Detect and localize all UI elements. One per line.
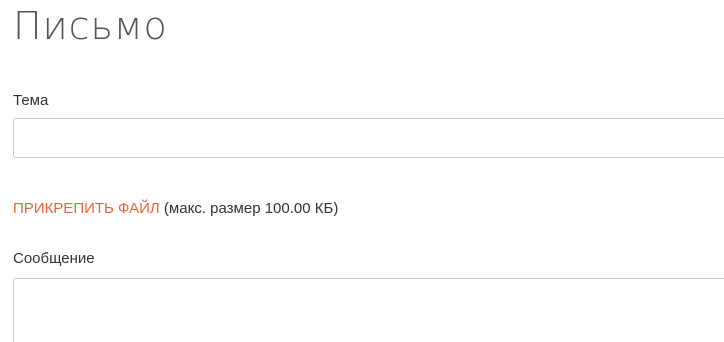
attachment-row: ПРИКРЕПИТЬ ФАЙЛ (макс. размер 100.00 КБ): [13, 200, 338, 218]
message-textarea[interactable]: [13, 278, 724, 342]
message-label: Сообщение: [13, 250, 95, 267]
attach-file-link[interactable]: ПРИКРЕПИТЬ ФАЙЛ: [13, 200, 160, 217]
subject-input[interactable]: [13, 118, 724, 158]
page-title: Письмо: [13, 4, 168, 48]
subject-label: Тема: [13, 92, 49, 109]
attachment-size-hint: (макс. размер 100.00 КБ): [159, 200, 339, 217]
